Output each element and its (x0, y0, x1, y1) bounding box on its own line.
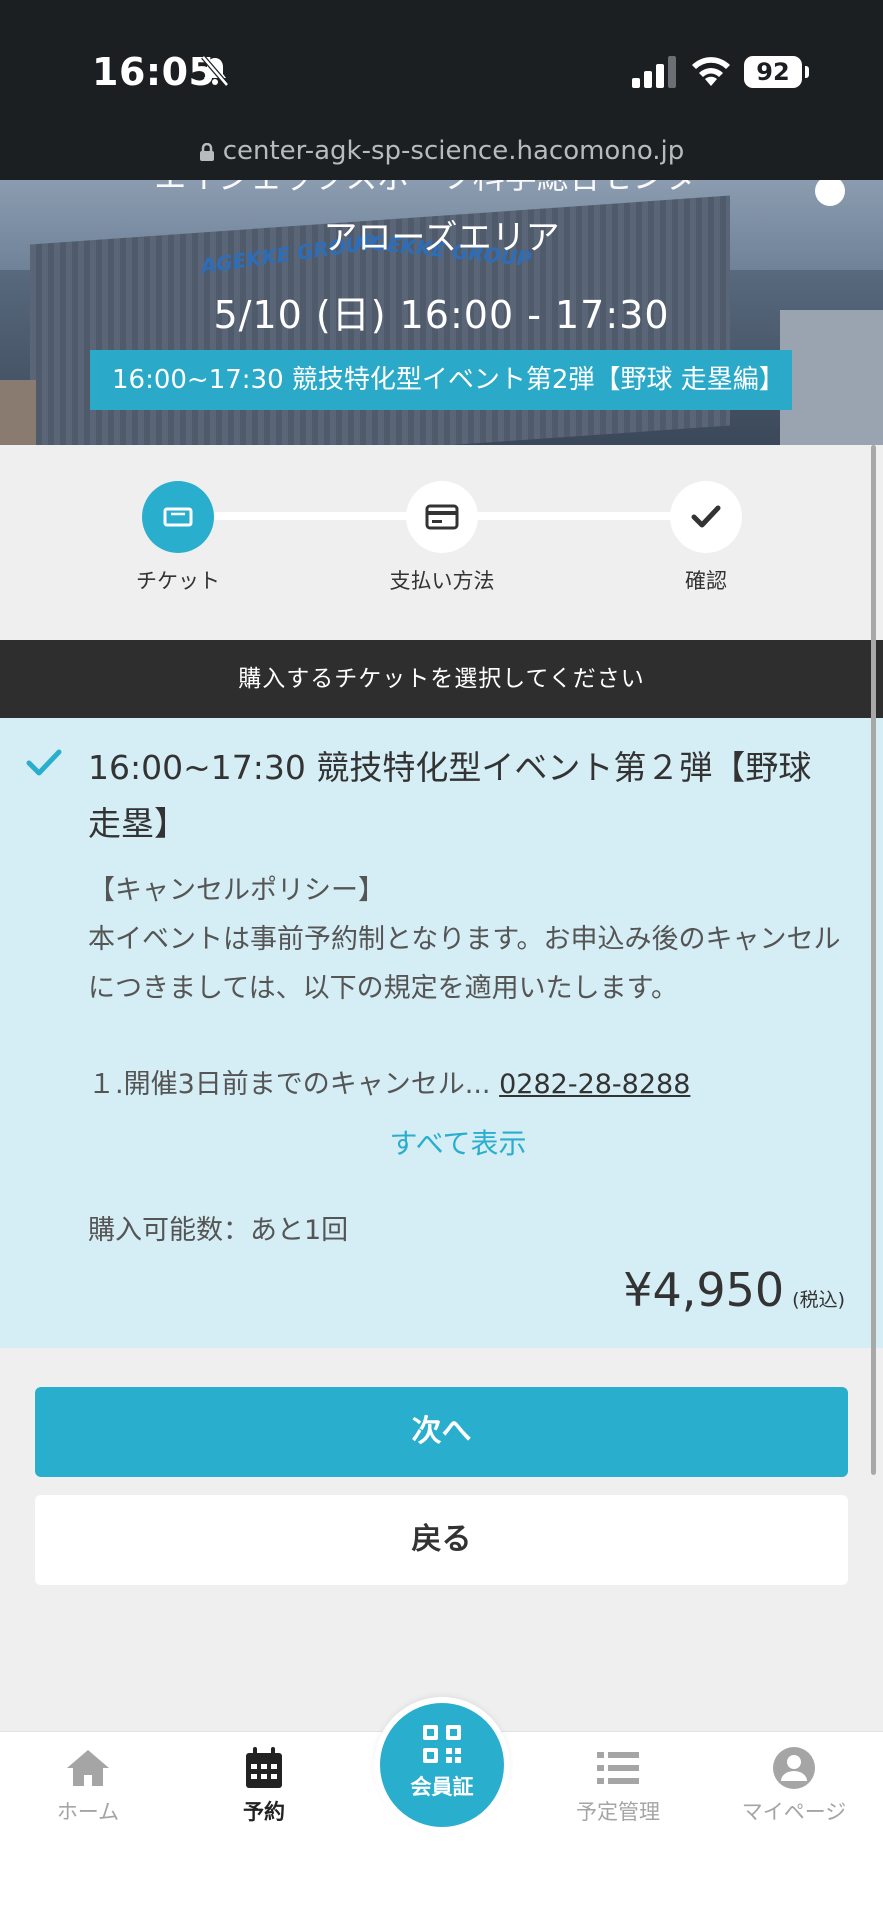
url-text: center-agk-sp-science.hacomono.jp (222, 136, 685, 166)
back-button[interactable]: 戻る (35, 1495, 848, 1585)
area-name: アローズエリア (323, 218, 560, 258)
scrollbar[interactable] (871, 445, 876, 1475)
facility-name: エイジェックスポーツ科学総合センター (0, 180, 883, 198)
policy-heading: 【キャンセルポリシー】 (88, 875, 385, 906)
nav-reserve[interactable]: 予約 (194, 1746, 334, 1826)
policy-item: １.開催3日前までのキャンセル... 0282-28-8288 (88, 1060, 690, 1109)
policy-text: 本イベントは事前予約制となります。お申込み後のキャンセルにつきましては、以下の規… (88, 924, 841, 1004)
status-bar: 16:05 92 center-agk-sp-science.hacomono.… (0, 0, 883, 180)
show-all-link[interactable]: すべて表示 (0, 1122, 883, 1162)
lock-icon (199, 143, 214, 161)
ticket-price: ¥4,950 (税込) (623, 1263, 845, 1317)
bell-muted-icon (201, 55, 229, 87)
member-card-button[interactable]: 会員証 (374, 1697, 510, 1833)
step-label-confirm: 確認 (685, 569, 727, 593)
step-payment (406, 481, 478, 553)
step-label-payment: 支払い方法 (389, 569, 495, 593)
home-icon (67, 1750, 109, 1786)
step-confirm (670, 481, 742, 553)
calendar-icon (246, 1747, 282, 1788)
nav-reserve-label: 予約 (243, 1800, 285, 1824)
price-value: ¥4,950 (623, 1263, 785, 1317)
member-card-label: 会員証 (410, 1775, 474, 1799)
selected-check-icon (26, 749, 62, 776)
card-icon (425, 504, 459, 530)
qr-code-icon (423, 1725, 461, 1763)
status-time: 16:05 (92, 50, 216, 94)
url-bar[interactable]: center-agk-sp-science.hacomono.jp (0, 136, 883, 166)
wifi-icon (692, 57, 730, 86)
event-datetime: 5/10 (日) 16:00 - 17:30 (213, 293, 670, 337)
event-hero: AGEKKE GROUP AGEKKE GROUP エイジェックスポーツ科学総合… (0, 180, 883, 445)
next-button[interactable]: 次へ (35, 1387, 848, 1477)
nav-home[interactable]: ホーム (18, 1746, 158, 1826)
list-icon (597, 1752, 639, 1784)
nav-schedule[interactable]: 予定管理 (548, 1746, 688, 1826)
signal-icon (632, 56, 676, 88)
hero-house (0, 380, 36, 445)
battery-indicator: 92 (744, 56, 809, 88)
nav-schedule-label: 予定管理 (576, 1800, 660, 1824)
event-banner: 16:00~17:30 競技特化型イベント第2弾【野球 走塁編】 (90, 350, 792, 410)
ticket-icon (163, 507, 193, 527)
section-header: 購入するチケットを選択してください (0, 640, 883, 718)
ticket-policy: 【キャンセルポリシー】 本イベントは事前予約制となります。お申込み後のキャンセル… (88, 866, 848, 1013)
user-icon (773, 1747, 815, 1789)
policy-item-text: １.開催3日前までのキャンセル... (88, 1069, 491, 1100)
check-icon (691, 505, 721, 528)
tax-note: (税込) (792, 1289, 845, 1311)
nav-home-label: ホーム (56, 1800, 120, 1824)
step-label-ticket: チケット (136, 569, 220, 593)
ticket-title: 16:00~17:30 競技特化型イベント第２弾【野球 走塁】 (88, 748, 812, 843)
remaining-count: 購入可能数：あと1回 (88, 1215, 349, 1246)
nav-mypage-label: マイページ (741, 1800, 847, 1824)
phone-link[interactable]: 0282-28-8288 (499, 1069, 690, 1100)
step-ticket (142, 481, 214, 553)
nav-mypage[interactable]: マイページ (724, 1746, 864, 1826)
progress-steps: チケット 支払い方法 確認 (0, 445, 883, 640)
ticket-option[interactable]: 16:00~17:30 競技特化型イベント第２弾【野球 走塁】 【キャンセルポリ… (0, 718, 883, 1348)
